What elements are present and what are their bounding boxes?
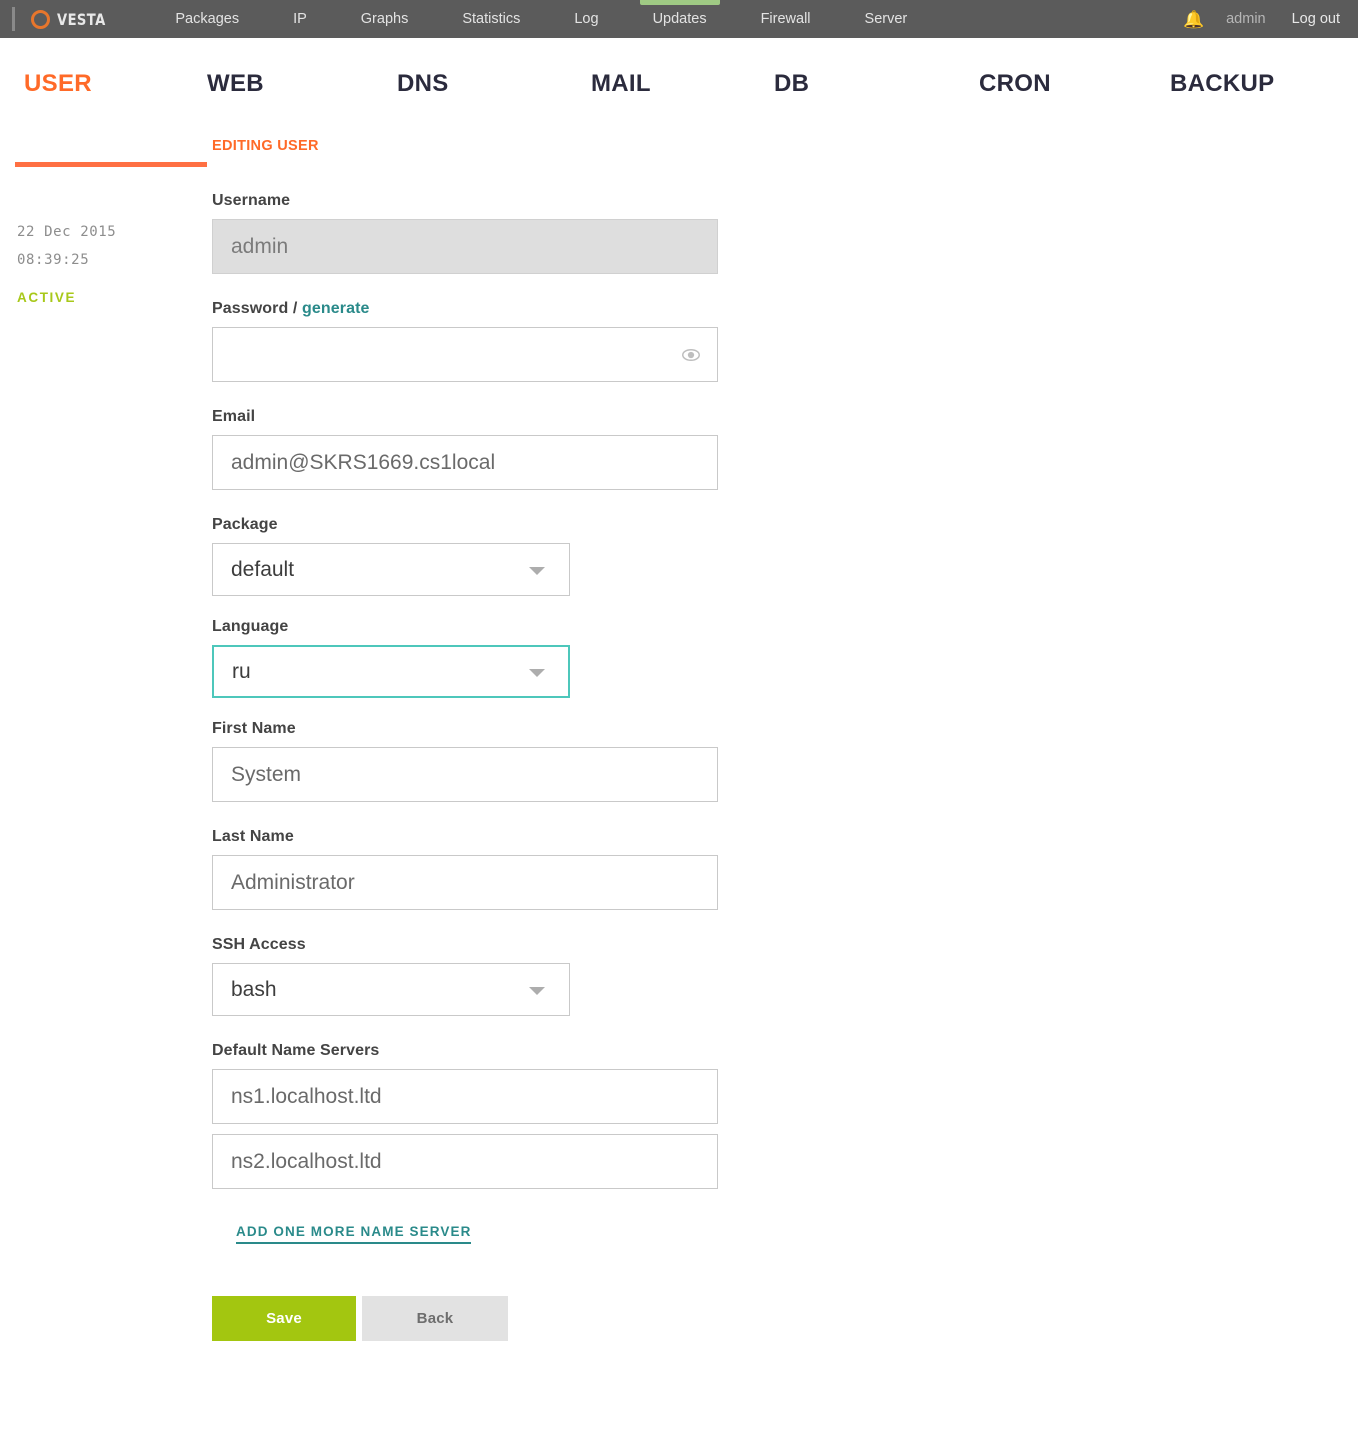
- field-password: Password / generate: [212, 300, 1358, 382]
- bell-icon[interactable]: 🔔: [1183, 11, 1204, 28]
- field-package: Package default: [212, 516, 1358, 596]
- last-name-input[interactable]: [212, 855, 718, 910]
- active-tab-underline: [15, 162, 207, 167]
- field-username: Username: [212, 192, 1358, 274]
- password-input[interactable]: [212, 327, 718, 382]
- page-body: 22 Dec 2015 08:39:25 ACTIVE EDITING USER…: [0, 126, 1358, 1341]
- topnav-item-statistics[interactable]: Statistics: [435, 0, 547, 38]
- tab-db[interactable]: DB: [774, 38, 979, 98]
- ssh-access-label: SSH Access: [212, 936, 306, 953]
- last-name-label: Last Name: [212, 828, 294, 845]
- section-tabs: USER WEB DNS MAIL DB CRON BACKUP: [0, 38, 1358, 167]
- topnav-item-graphs[interactable]: Graphs: [334, 0, 436, 38]
- field-language: Language ru: [212, 618, 1358, 698]
- package-label: Package: [212, 516, 278, 533]
- tab-mail[interactable]: MAIL: [591, 38, 774, 98]
- tab-dns[interactable]: DNS: [397, 38, 591, 98]
- edit-user-form: EDITING USER Username Password / generat…: [212, 126, 1358, 1341]
- username-input[interactable]: [212, 219, 718, 274]
- status-badge: ACTIVE: [17, 290, 77, 305]
- topnav-item-ip[interactable]: IP: [266, 0, 334, 38]
- tab-user[interactable]: USER: [24, 38, 207, 98]
- eye-icon[interactable]: [682, 346, 700, 364]
- generate-password-link[interactable]: generate: [302, 300, 370, 317]
- topnav-item-firewall[interactable]: Firewall: [734, 0, 838, 38]
- ssh-access-select-wrap: bash: [212, 963, 570, 1016]
- save-button[interactable]: Save: [212, 1296, 356, 1341]
- email-label: Email: [212, 408, 256, 425]
- package-select-wrap: default: [212, 543, 570, 596]
- ssh-access-select[interactable]: bash: [212, 963, 570, 1016]
- current-user-label[interactable]: admin: [1226, 11, 1266, 27]
- brand-logo[interactable]: VESTA: [12, 7, 126, 31]
- form-actions: Save Back: [212, 1296, 1358, 1341]
- top-nav: Packages IP Graphs Statistics Log Update…: [148, 0, 934, 38]
- field-email: Email: [212, 408, 1358, 490]
- password-input-wrap: [212, 327, 718, 382]
- name-server-input-2[interactable]: [212, 1134, 718, 1189]
- tab-backup[interactable]: BACKUP: [1170, 38, 1350, 98]
- topnav-item-log[interactable]: Log: [547, 0, 625, 38]
- top-bar-right: 🔔 admin Log out: [1183, 0, 1358, 38]
- field-last-name: Last Name: [212, 828, 1358, 910]
- logout-link[interactable]: Log out: [1292, 11, 1340, 27]
- username-label: Username: [212, 192, 291, 209]
- first-name-input[interactable]: [212, 747, 718, 802]
- page-title: EDITING USER: [212, 138, 319, 154]
- back-button[interactable]: Back: [362, 1296, 508, 1341]
- first-name-label: First Name: [212, 720, 296, 737]
- add-name-server-link[interactable]: ADD ONE MORE NAME SERVER: [236, 1224, 472, 1244]
- tab-cron[interactable]: CRON: [979, 38, 1170, 98]
- topnav-item-packages[interactable]: Packages: [148, 0, 266, 38]
- field-name-servers: Default Name Servers: [212, 1042, 1358, 1189]
- tab-web[interactable]: WEB: [207, 38, 397, 98]
- brand-name: VESTA: [57, 9, 106, 29]
- email-input[interactable]: [212, 435, 718, 490]
- language-label: Language: [212, 618, 289, 635]
- sidebar-date: 22 Dec 2015: [17, 224, 117, 240]
- topnav-item-server[interactable]: Server: [838, 0, 935, 38]
- topnav-item-updates[interactable]: Updates: [626, 0, 734, 38]
- package-select[interactable]: default: [212, 543, 570, 596]
- sidebar-time: 08:39:25: [17, 252, 90, 268]
- name-servers-label: Default Name Servers: [212, 1042, 380, 1059]
- password-label-text: Password /: [212, 300, 298, 317]
- vesta-ring-logo-icon: [31, 9, 50, 29]
- field-first-name: First Name: [212, 720, 1358, 802]
- top-bar: VESTA Packages IP Graphs Statistics Log …: [0, 0, 1358, 38]
- password-label: Password / generate: [212, 300, 1358, 318]
- name-server-input-1[interactable]: [212, 1069, 718, 1124]
- sidebar: 22 Dec 2015 08:39:25 ACTIVE: [0, 126, 212, 305]
- field-ssh-access: SSH Access bash: [212, 936, 1358, 1016]
- language-select[interactable]: ru: [212, 645, 570, 698]
- language-select-wrap: ru: [212, 645, 570, 698]
